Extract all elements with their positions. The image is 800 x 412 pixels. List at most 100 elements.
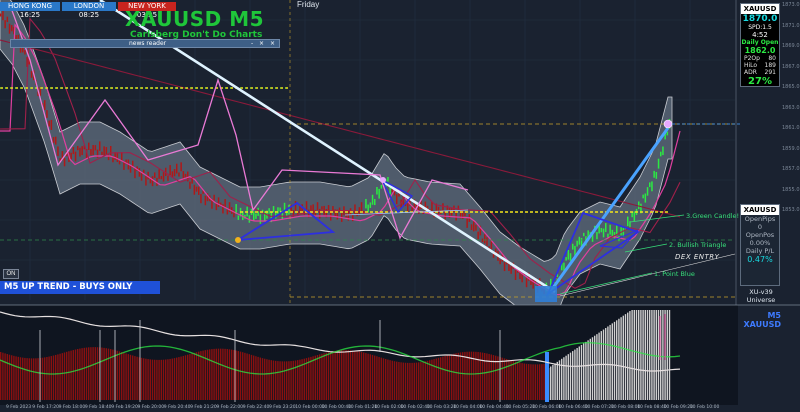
time-axis-label: 9 Feb 2023 [6,405,32,410]
candle [470,224,473,230]
symbol-info-panel: XAUUSD 1870.0 SPD:1.5 4:52 Daily Open 18… [740,3,780,87]
histogram-bar [22,357,24,400]
histogram-bar [2,352,4,400]
on-toggle-button[interactable]: ON [3,269,19,279]
histogram-bar [116,350,118,400]
histogram-bar [173,358,176,400]
news-reader-bar[interactable]: news reader - × × [10,39,280,48]
time-axis-label: 9 Feb 20:40 [163,405,191,410]
candle [4,20,6,29]
histogram-bar [435,358,437,400]
time-axis-label: 10 Feb 02:00 [374,405,404,410]
histogram-bar [442,356,444,400]
candle [596,232,598,240]
info-row-hilo: HiLo 189 [744,62,776,69]
histogram-bar [591,337,594,400]
news-reader-window-buttons[interactable]: - × × [251,40,277,48]
histogram-bar [583,343,585,400]
candle [268,208,270,214]
histogram-bar [305,358,308,400]
histogram-bar [572,351,574,400]
histogram-bar [635,310,638,400]
histogram-bar [378,356,380,400]
histogram-bar [402,362,404,400]
swing-high-marker [663,119,673,129]
histogram-bar [446,355,448,400]
histogram-bar [72,350,74,400]
histogram-bar [143,358,145,400]
open-pips-label: OpenPips [744,215,776,223]
histogram-bar [393,361,396,400]
histogram-bar [255,356,257,400]
time-axis-label: 9 Feb 18:00 [58,405,86,410]
price-axis-label: 1861.0 [782,125,800,131]
candle [57,146,59,157]
candle [200,193,202,204]
histogram-bar [275,360,277,400]
candle [48,120,50,127]
histogram-bar [193,352,195,400]
histogram-bar [622,315,624,400]
time-axis-label: 10 Feb 01:20 [347,405,378,410]
candle [138,168,141,177]
session-tab-london: LONDON 08:25 [62,2,116,19]
histogram-bar [407,362,409,400]
histogram-bar [13,355,15,400]
histogram-bar [437,357,440,400]
histogram-bar [81,348,83,400]
histogram-bar [55,354,57,400]
candle [118,160,121,165]
histogram-bar [387,359,389,400]
candle [92,145,94,155]
candle [145,175,147,186]
chart-title: XAUUSD M5 [125,7,265,31]
histogram-bar [558,360,561,400]
histogram-bar [495,355,497,400]
candle [24,50,26,55]
histogram-bar [550,366,552,400]
time-axis-label: 10 Feb 06:00 [532,405,562,410]
time-axis-label: 10 Feb 06:40 [558,405,588,410]
time-axis-label: 9 Feb 22:40 [242,405,270,410]
candle [653,170,655,178]
histogram-bar [24,357,26,400]
histogram-bar [292,360,294,400]
time-axis-label: 10 Feb 08:40 [637,405,667,410]
histogram-bar [180,356,182,400]
account-symbol: XAUUSD [741,205,779,215]
histogram-bar [396,361,398,400]
histogram-bar [486,353,488,400]
histogram-bar [0,352,2,400]
candle [510,266,512,274]
histogram-bar [136,356,138,400]
histogram-bar [259,357,261,400]
histogram-bar [195,352,198,400]
info-daily-open-label: Daily Open [741,39,779,46]
candle [272,206,275,213]
candle [63,157,66,167]
histogram-bar [19,357,22,400]
histogram-bar [85,347,88,400]
candle [72,147,75,155]
price-axis-label: 1857.0 [782,166,800,172]
candle [649,182,651,188]
candle [46,110,48,118]
histogram-bar [187,354,189,400]
candle [644,193,647,203]
histogram-bar [391,360,393,400]
histogram-bar [543,363,545,400]
histogram-bar [349,350,352,400]
histogram-bar [83,347,85,400]
price-chart-canvas[interactable] [0,0,800,412]
histogram-bar [609,324,611,400]
histogram-bar [512,361,514,400]
histogram-bar [580,344,583,400]
histogram-bar [239,351,242,400]
candle [101,151,103,155]
histogram-bar [600,331,602,400]
candle [312,204,314,215]
histogram-bar [657,310,660,400]
histogram-bar [149,359,151,400]
time-axis-label: 10 Feb 02:40 [400,405,431,410]
histogram-bar [371,354,374,400]
